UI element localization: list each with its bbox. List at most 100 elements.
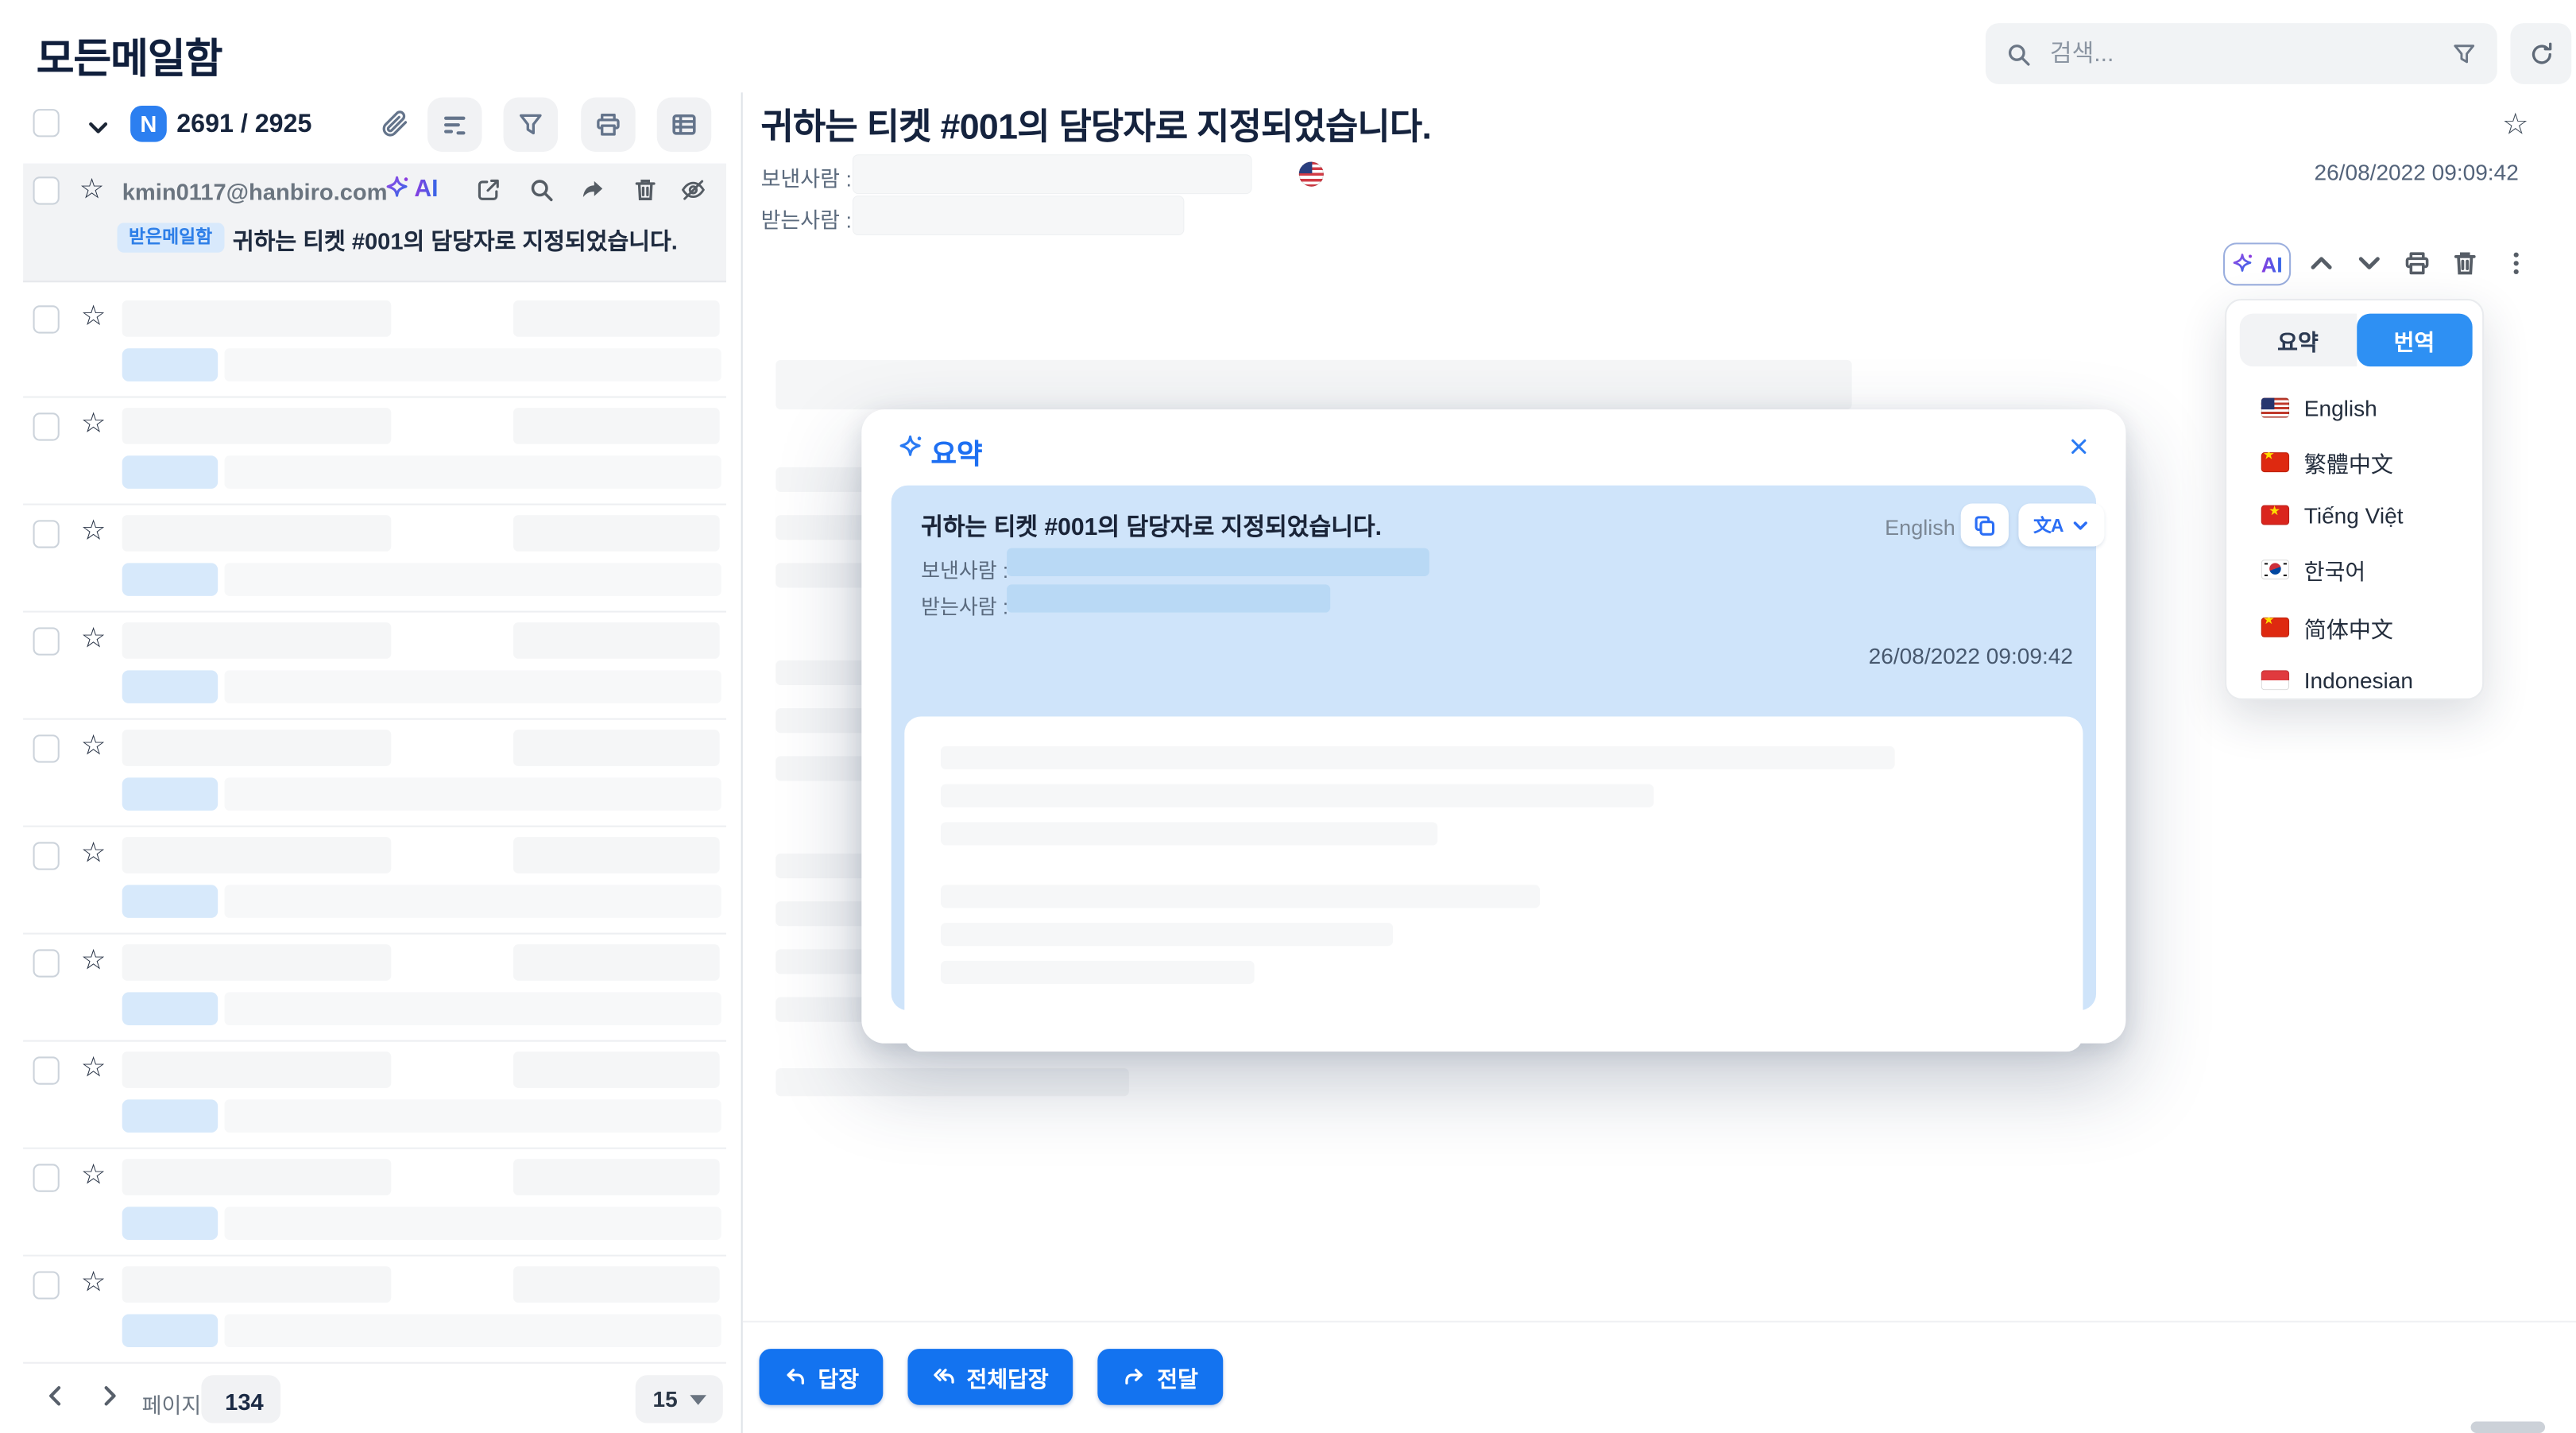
mail-list-item[interactable]: ☆ <box>23 611 726 720</box>
summary-content-card <box>904 717 2083 1052</box>
ai-tab-0[interactable]: 요약 <box>2240 314 2356 366</box>
select-all-checkbox[interactable] <box>33 109 60 137</box>
page-size-select[interactable]: 15 <box>636 1375 723 1423</box>
item-checkbox[interactable] <box>33 734 60 762</box>
selected-mail-item[interactable]: ☆ kmin0117@hanbiro.com AI 받은메일함 귀하는 티켓 #… <box>23 164 726 283</box>
ai-label: AI <box>2261 252 2283 277</box>
mail-list-item[interactable]: ☆ <box>23 1255 726 1364</box>
subject-redacted <box>224 563 721 596</box>
item-checkbox[interactable] <box>33 1056 60 1084</box>
language-item[interactable]: Indonesian <box>2226 656 2482 705</box>
date-redacted <box>513 515 720 552</box>
item-checkbox[interactable] <box>33 1271 60 1299</box>
open-new-window-icon[interactable] <box>475 176 501 203</box>
search-box[interactable] <box>1986 23 2497 84</box>
star-icon[interactable]: ☆ <box>81 1053 106 1081</box>
refresh-button[interactable] <box>2510 23 2571 84</box>
next-mail-icon[interactable] <box>2355 250 2383 277</box>
subject-redacted <box>224 777 721 811</box>
prev-mail-icon[interactable] <box>2307 250 2335 277</box>
close-icon[interactable] <box>2068 436 2090 457</box>
subject-redacted <box>224 1314 721 1347</box>
ai-tab-1[interactable]: 번역 <box>2356 314 2472 366</box>
star-icon[interactable]: ☆ <box>81 946 106 974</box>
prev-page-icon[interactable] <box>43 1384 68 1408</box>
search-input[interactable] <box>2047 39 2451 68</box>
mail-list-item[interactable]: ☆ <box>23 397 726 505</box>
item-checkbox[interactable] <box>33 842 60 869</box>
badge-redacted <box>122 885 218 918</box>
language-item[interactable]: 繁體中文 <box>2226 432 2482 490</box>
star-icon[interactable]: ☆ <box>81 302 106 330</box>
language-item[interactable]: 简体中文 <box>2226 598 2482 656</box>
mail-date: 26/08/2022 09:09:42 <box>2314 160 2518 184</box>
page-input[interactable] <box>201 1375 287 1426</box>
date-redacted <box>513 408 720 444</box>
item-checkbox[interactable] <box>33 520 60 548</box>
more-options-icon[interactable] <box>2502 250 2530 277</box>
sparkle-ai-icon[interactable] <box>385 175 411 201</box>
attachment-filter-icon[interactable] <box>380 109 409 138</box>
select-dropdown-icon[interactable] <box>86 115 110 140</box>
mail-list-item[interactable]: ☆ <box>23 289 726 398</box>
sender-email[interactable]: kmin0117@hanbiro.com <box>122 178 388 204</box>
mark-unread-icon[interactable] <box>680 176 706 203</box>
star-icon[interactable]: ☆ <box>81 1268 106 1296</box>
mail-list-item[interactable]: ☆ <box>23 1040 726 1149</box>
badge-redacted <box>122 670 218 703</box>
ai-label[interactable]: AI <box>414 176 438 203</box>
caret-down-icon <box>689 1394 706 1404</box>
delete-icon[interactable] <box>2451 250 2479 277</box>
forward-icon <box>1123 1365 1146 1388</box>
item-checkbox[interactable] <box>33 412 60 440</box>
forward-icon[interactable] <box>579 176 605 203</box>
star-icon[interactable]: ☆ <box>81 731 106 759</box>
filter-button[interactable] <box>504 98 559 153</box>
page-input-box[interactable] <box>201 1375 280 1423</box>
list-view-button[interactable] <box>657 98 712 153</box>
star-icon[interactable]: ☆ <box>81 1160 106 1188</box>
page-title: 모든메일함 <box>37 26 222 86</box>
reply-all-button[interactable]: 전체답장 <box>907 1349 1073 1405</box>
sort-button[interactable] <box>427 98 482 153</box>
star-icon[interactable]: ☆ <box>79 175 105 203</box>
mail-list-item[interactable]: ☆ <box>23 718 726 827</box>
trash-icon[interactable] <box>632 176 659 203</box>
search-filter-icon[interactable] <box>2451 41 2477 67</box>
mail-list-item[interactable]: ☆ <box>23 933 726 1042</box>
reply-button[interactable]: 답장 <box>760 1349 884 1405</box>
mail-list-item[interactable]: ☆ <box>23 826 726 935</box>
item-checkbox[interactable] <box>33 627 60 655</box>
print-icon[interactable] <box>2403 250 2431 277</box>
item-checkbox[interactable] <box>33 176 60 204</box>
star-icon[interactable]: ☆ <box>81 517 106 544</box>
mail-list-item[interactable]: ☆ <box>23 1148 726 1257</box>
ai-button[interactable]: AI <box>2223 242 2291 285</box>
language-item[interactable]: Tiếng Việt <box>2226 490 2482 540</box>
item-checkbox[interactable] <box>33 949 60 977</box>
print-list-button[interactable] <box>581 98 636 153</box>
copy-button[interactable] <box>1961 504 2009 547</box>
mail-list-item[interactable]: ☆ <box>23 504 726 613</box>
date-redacted <box>513 944 720 981</box>
favorite-star-icon[interactable]: ☆ <box>2502 109 2529 138</box>
mail-subject-preview[interactable]: 귀하는 티켓 #001의 담당자로 지정되었습니다. <box>233 224 678 258</box>
star-icon[interactable]: ☆ <box>81 624 106 652</box>
item-checkbox[interactable] <box>33 1164 60 1191</box>
star-icon[interactable]: ☆ <box>81 409 106 437</box>
forward-button[interactable]: 전달 <box>1097 1349 1223 1405</box>
subject-redacted <box>224 1206 721 1240</box>
summary-to-redacted <box>1007 584 1330 612</box>
translate-select[interactable]: 文A <box>2018 504 2104 547</box>
language-item[interactable]: English <box>2226 383 2482 432</box>
next-page-icon[interactable] <box>98 1384 122 1408</box>
language-item[interactable]: 한국어 <box>2226 540 2482 598</box>
horizontal-scrollbar[interactable] <box>2471 1421 2545 1433</box>
copy-icon <box>1972 513 1997 537</box>
search-mail-icon[interactable] <box>528 176 555 203</box>
star-icon[interactable]: ☆ <box>81 838 106 866</box>
sparkle-icon <box>898 434 924 460</box>
modal-title: 요약 <box>931 431 983 472</box>
badge-redacted <box>122 563 218 596</box>
item-checkbox[interactable] <box>33 305 60 333</box>
